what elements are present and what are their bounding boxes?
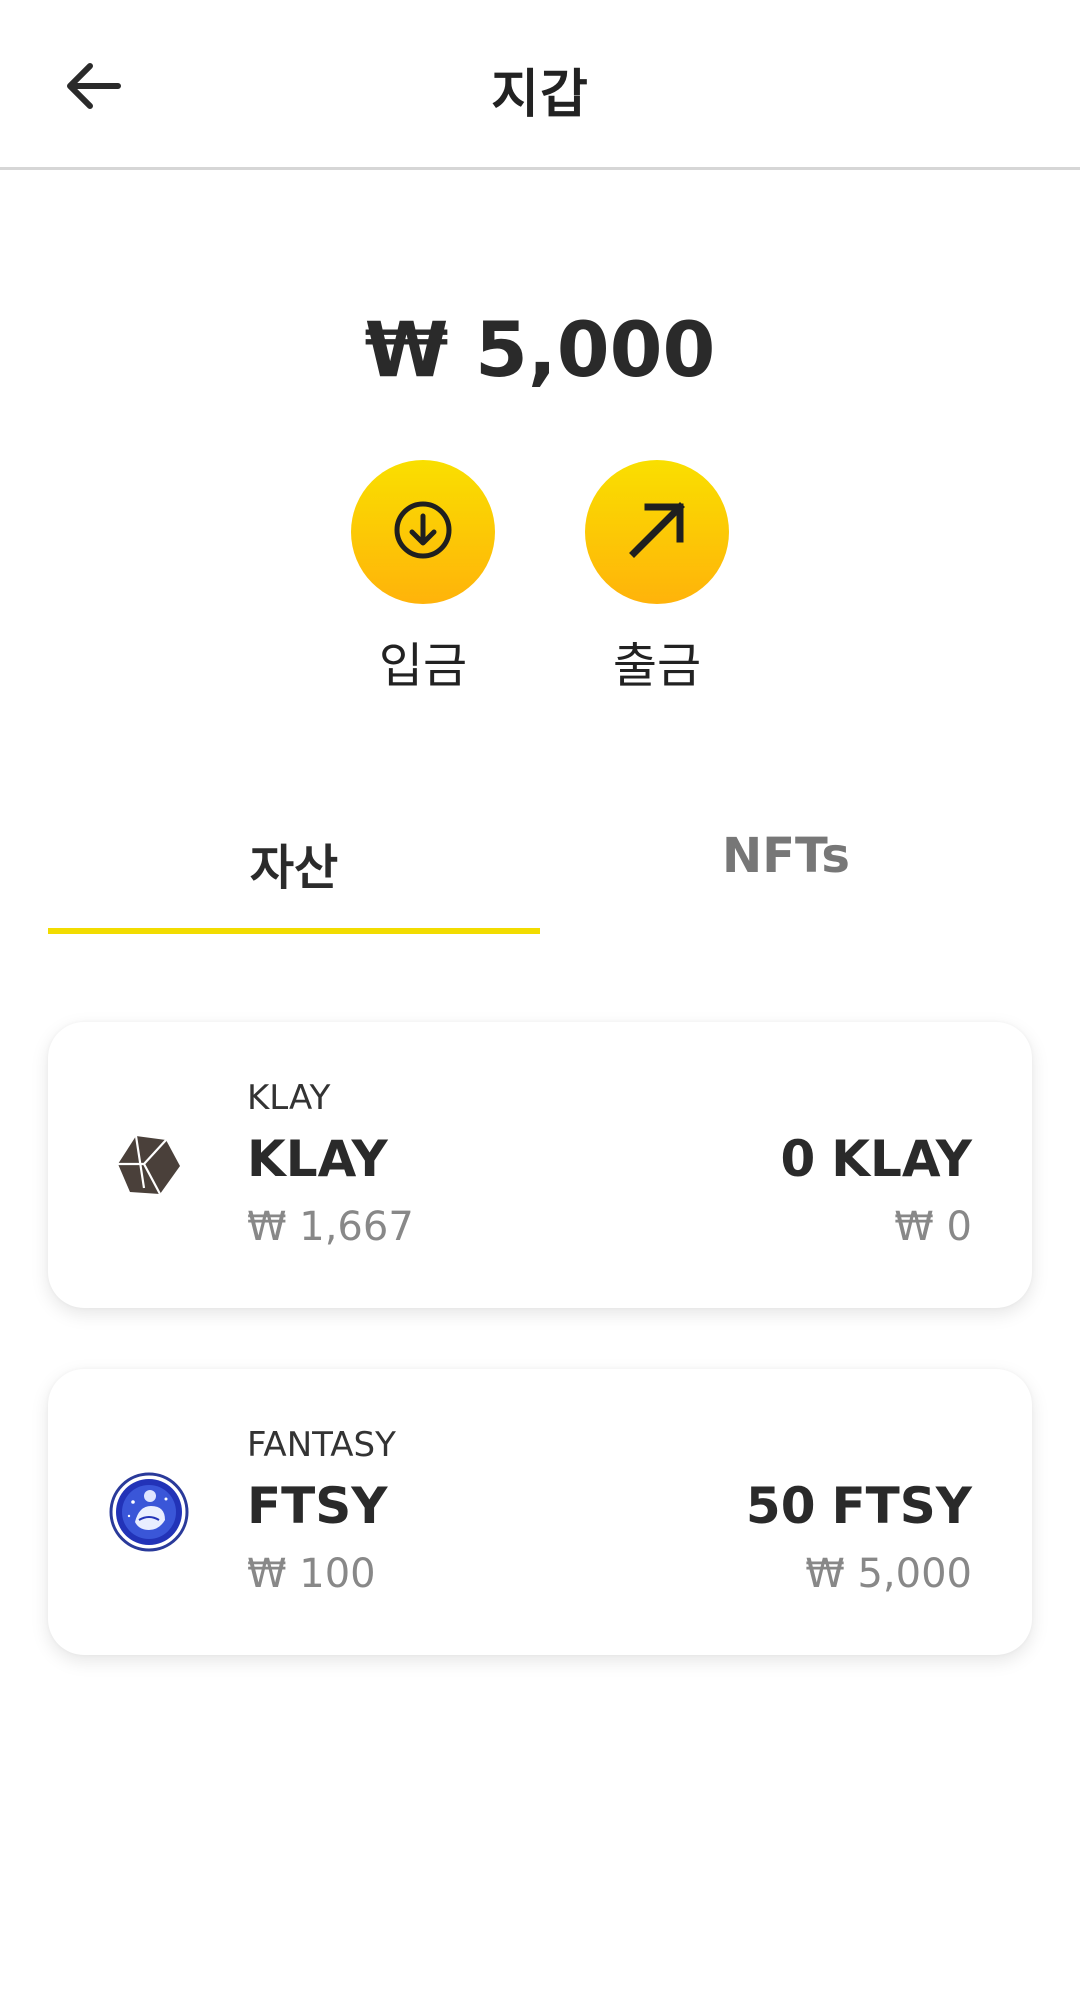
tab-nfts[interactable]: NFTs bbox=[540, 810, 1032, 934]
asset-full-name: KLAY bbox=[247, 1078, 331, 1118]
asset-amount-unit: KLAY bbox=[831, 1130, 972, 1188]
asset-card-ftsy[interactable]: FANTASY FTSY ₩ 100 50 FTSY ₩ 5,000 bbox=[48, 1369, 1032, 1655]
asset-unit-price: ₩ 1,667 bbox=[247, 1204, 414, 1250]
asset-value: ₩ 0 bbox=[894, 1204, 972, 1250]
withdraw-label: 출금 bbox=[612, 638, 702, 694]
asset-symbol: KLAY bbox=[247, 1130, 388, 1188]
asset-tabs: 자산 NFTs bbox=[48, 810, 1032, 934]
deposit-button[interactable]: 입금 bbox=[351, 460, 495, 696]
active-tab-indicator bbox=[48, 928, 540, 934]
asset-full-name: FANTASY bbox=[247, 1425, 396, 1465]
app-header: 지갑 bbox=[0, 0, 1080, 170]
download-circle-icon bbox=[391, 498, 455, 566]
asset-amount-value: 0 bbox=[780, 1130, 816, 1188]
asset-symbol: FTSY bbox=[247, 1477, 388, 1535]
klay-logo-icon bbox=[108, 1124, 190, 1206]
fantasy-logo-icon bbox=[108, 1471, 190, 1553]
deposit-circle[interactable] bbox=[351, 460, 495, 604]
tab-assets[interactable]: 자산 bbox=[48, 810, 540, 934]
total-balance: ₩ 5,000 bbox=[364, 305, 716, 394]
withdraw-button[interactable]: 출금 bbox=[585, 460, 729, 696]
asset-value: ₩ 5,000 bbox=[805, 1551, 972, 1597]
wallet-screen: 지갑 ₩ 5,000 입금 출금 자산 NFTs KLAY KLAY ₩ 1,6… bbox=[0, 0, 1080, 2005]
asset-amount-value: 50 bbox=[745, 1477, 816, 1535]
asset-card-klay[interactable]: KLAY KLAY ₩ 1,667 0 KLAY ₩ 0 bbox=[48, 1022, 1032, 1308]
deposit-label: 입금 bbox=[378, 638, 468, 694]
arrow-up-right-icon bbox=[622, 495, 692, 569]
withdraw-circle[interactable] bbox=[585, 460, 729, 604]
page-title: 지갑 bbox=[491, 65, 589, 125]
asset-amount: 50 FTSY bbox=[746, 1477, 972, 1535]
asset-amount-unit: FTSY bbox=[831, 1477, 972, 1535]
asset-amount: 0 KLAY bbox=[780, 1130, 972, 1188]
asset-unit-price: ₩ 100 bbox=[247, 1551, 376, 1597]
